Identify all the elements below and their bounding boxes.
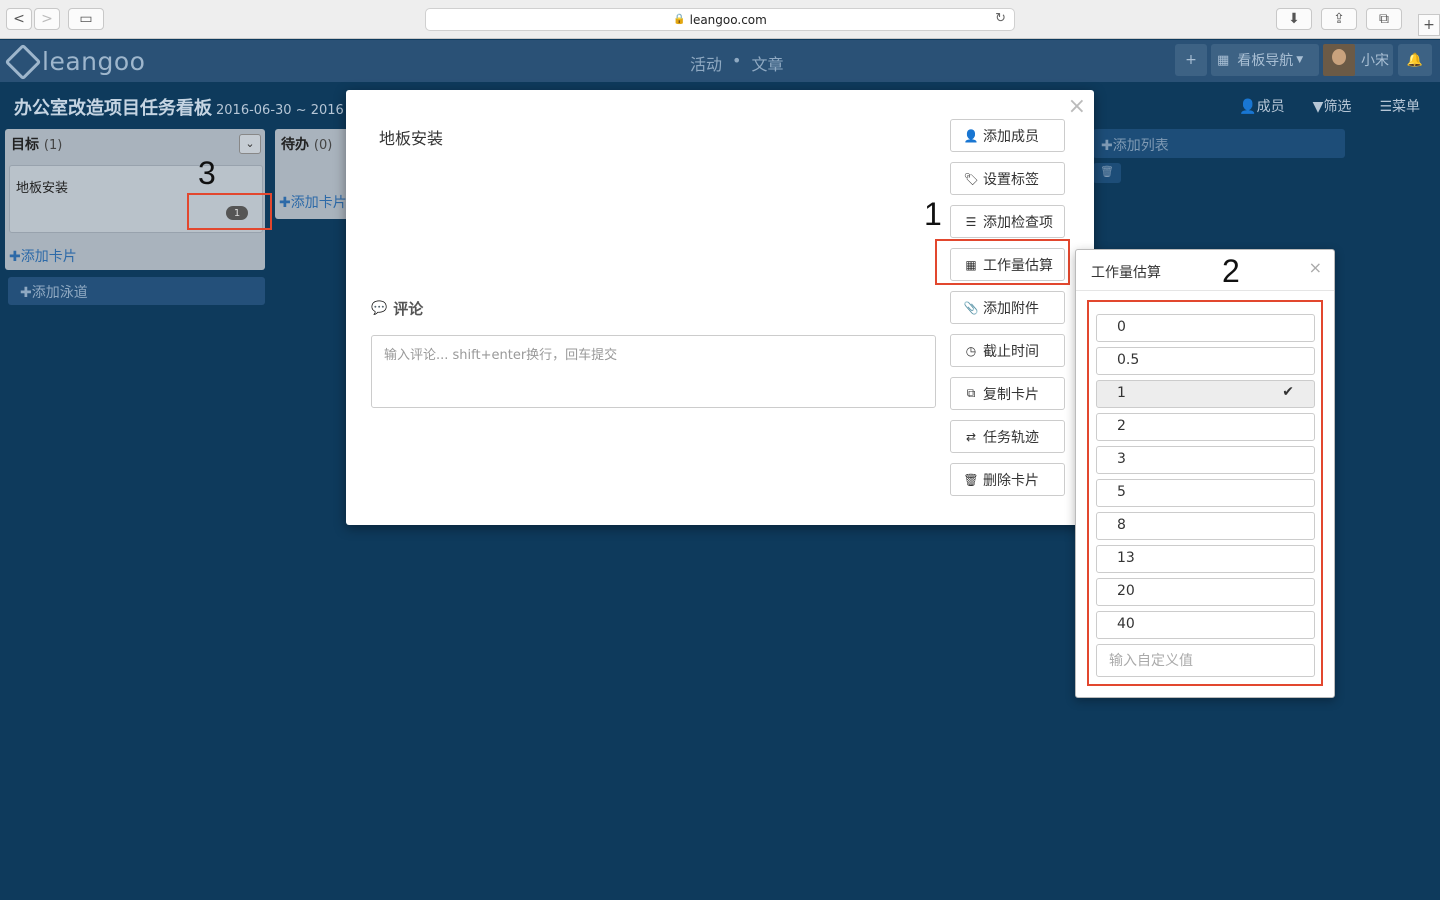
due-date-button[interactable]: ◷ 截止时间 [950, 334, 1065, 367]
downloads-button[interactable]: ⬇ [1276, 8, 1312, 30]
add-card-link[interactable]: ✚添加卡片 [279, 192, 347, 212]
list-menu-button[interactable]: ⌄ [239, 134, 261, 154]
logo[interactable]: leangoo [4, 43, 146, 80]
filter-button[interactable]: ▼筛选 [1313, 96, 1352, 116]
highlight-box-2 [1087, 300, 1323, 686]
annotation-2: 2 [1222, 253, 1240, 289]
browser-toolbar: < > ▭ 🔒 leangoo.com ↻ ⬇ ⇪ ⧉ + [0, 0, 1440, 39]
highlight-box-1 [935, 239, 1070, 285]
comment-heading: 💬 评论 [371, 300, 424, 318]
tabs-icon: ⧉ [1379, 11, 1389, 27]
board-title: 办公室改造项目任务看板 2016-06-30 ~ 2016 [14, 94, 344, 120]
highlight-box-3 [187, 193, 272, 230]
add-list-button[interactable]: ✚添加列表 [1093, 129, 1345, 158]
avatar [1323, 44, 1355, 76]
chevron-right-icon: > [41, 11, 53, 27]
new-tab-button[interactable]: + [1418, 14, 1440, 36]
share-button[interactable]: ⇪ [1321, 8, 1357, 30]
board-date: 2016-06-30 ~ 2016 [216, 103, 344, 118]
copy-card-button[interactable]: ⧉ 复制卡片 [950, 377, 1065, 410]
add-checklist-button[interactable]: ☰ 添加检查项 [950, 205, 1065, 238]
tabs-button[interactable]: ⧉ [1366, 8, 1402, 30]
user-name: 小宋 [1361, 53, 1389, 69]
sidebar-icon: ▭ [79, 11, 93, 27]
plus-icon: + [1185, 52, 1197, 68]
menu-icon: ☰ [1379, 99, 1392, 115]
caret-down-icon: ▼ [1296, 55, 1304, 65]
paperclip-icon: 📎 [963, 300, 979, 315]
trash-icon[interactable]: 🗑 [1093, 163, 1121, 183]
delete-card-button[interactable]: 🗑 删除卡片 [950, 463, 1065, 496]
clock-icon: ◷ [965, 343, 977, 358]
tag-icon: 🏷 [963, 171, 979, 186]
chevron-left-icon: < [13, 11, 25, 27]
members-button[interactable]: 👤成员 [1239, 96, 1284, 116]
notifications-button[interactable]: 🔔 [1398, 44, 1432, 76]
user-icon: 👤 [1239, 99, 1257, 115]
user-menu-button[interactable]: 小宋 [1323, 44, 1393, 76]
card-detail-modal: × 地板安装 💬 评论 👤添加成员 🏷设置标签 ☰添加检查项 ▦工作量估算 📎添… [346, 90, 1094, 525]
lock-icon: 🔒 [673, 14, 686, 25]
list-title: 待办 (0) [281, 137, 333, 153]
bell-icon: 🔔 [1406, 52, 1424, 68]
logo-text: leangoo [42, 47, 146, 76]
chevron-down-icon: ⌄ [245, 137, 255, 150]
address-bar[interactable]: 🔒 leangoo.com ↻ [425, 8, 1015, 31]
add-member-button[interactable]: 👤 添加成员 [950, 119, 1065, 152]
popover-title: 工作量估算 [1091, 265, 1161, 281]
comment-icon: 💬 [371, 301, 388, 316]
copy-icon: ⧉ [966, 386, 976, 400]
annotation-1: 1 [924, 196, 942, 232]
reload-icon[interactable]: ↻ [995, 11, 1006, 26]
share-icon: ⇪ [1333, 11, 1345, 27]
trash-icon: 🗑 [963, 472, 979, 487]
annotation-3: 3 [198, 155, 216, 191]
card-name[interactable]: 地板安装 [379, 125, 443, 149]
back-button[interactable]: < [6, 8, 32, 30]
top-nav: 活动 • 文章 [690, 51, 783, 75]
download-icon: ⬇ [1288, 11, 1300, 27]
app-header: leangoo 活动 • 文章 + ▦ 看板导航 ▼ 小宋 🔔 [0, 40, 1440, 82]
user-plus-icon: 👤 [963, 128, 979, 143]
board-actions: 👤成员 ▼筛选 ☰菜单 [1239, 96, 1420, 116]
board-nav-label: 看板导航 [1237, 53, 1294, 69]
card-title: 地板安装 [16, 181, 69, 196]
sidebar-toggle-button[interactable]: ▭ [68, 8, 104, 30]
nav-separator: • [732, 51, 742, 70]
grid-icon: ▦ [1217, 52, 1230, 68]
nav-activity[interactable]: 活动 [690, 51, 722, 75]
list-title: 目标 (1) [11, 137, 63, 153]
nav-articles[interactable]: 文章 [751, 51, 783, 75]
comment-input[interactable] [371, 335, 936, 408]
add-card-link[interactable]: ✚添加卡片 [9, 246, 77, 266]
add-button[interactable]: + [1175, 44, 1207, 76]
plus-icon: + [1423, 17, 1435, 33]
list-icon: ☰ [965, 214, 977, 229]
close-icon[interactable]: × [1068, 94, 1086, 119]
add-attachment-button[interactable]: 📎 添加附件 [950, 291, 1065, 324]
filter-icon: ▼ [1312, 99, 1324, 115]
board-nav-button[interactable]: ▦ 看板导航 ▼ [1211, 44, 1319, 76]
set-label-button[interactable]: 🏷 设置标签 [950, 162, 1065, 195]
forward-button[interactable]: > [34, 8, 60, 30]
task-history-button[interactable]: ⇄ 任务轨迹 [950, 420, 1065, 453]
menu-button[interactable]: ☰菜单 [1379, 96, 1420, 116]
exchange-icon: ⇄ [965, 429, 977, 444]
logo-mark-icon [4, 43, 42, 80]
close-icon[interactable]: × [1309, 258, 1322, 277]
url-text: leangoo.com [689, 12, 767, 27]
add-swimlane-button[interactable]: ✚添加泳道 [8, 277, 265, 305]
list-todo: 待办 (0) ✚添加卡片 [275, 129, 355, 219]
board-title-text: 办公室改造项目任务看板 [14, 98, 212, 119]
divider [1076, 290, 1334, 291]
